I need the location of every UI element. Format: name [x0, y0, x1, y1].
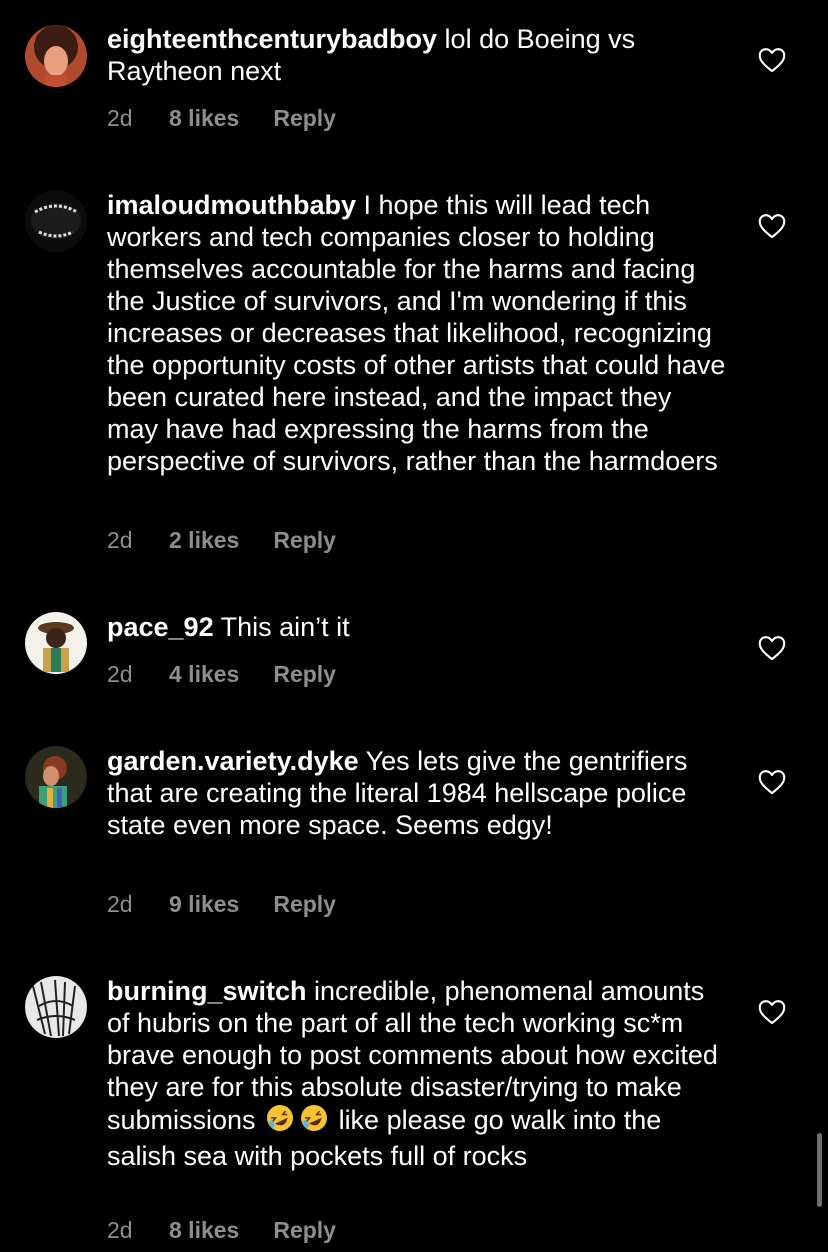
username[interactable]: imaloudmouthbaby: [107, 190, 356, 220]
heart-icon[interactable]: [758, 635, 786, 661]
comment-body: This ain’t it: [213, 612, 350, 642]
reply-button[interactable]: Reply: [273, 1214, 336, 1246]
username[interactable]: eighteenthcenturybadboy: [107, 24, 437, 54]
reply-button[interactable]: Reply: [273, 888, 336, 920]
laughing-emoji-icon: [265, 1103, 295, 1140]
comment-text: imaloudmouthbaby I hope this will lead t…: [107, 189, 727, 477]
avatar[interactable]: [25, 25, 87, 87]
scrollbar[interactable]: [817, 1133, 822, 1207]
timestamp: 2d: [107, 105, 133, 131]
heart-icon[interactable]: [758, 213, 786, 239]
comment-text: garden.variety.dyke Yes lets give the ge…: [107, 745, 727, 841]
likes-count[interactable]: 8 likes: [169, 102, 239, 134]
comment-text: pace_92 This ain’t it: [107, 611, 727, 643]
username[interactable]: burning_switch: [107, 976, 307, 1006]
timestamp: 2d: [107, 527, 133, 553]
heart-icon[interactable]: [758, 769, 786, 795]
avatar[interactable]: [25, 746, 87, 808]
comment-meta: 2d 4 likes Reply: [107, 658, 336, 690]
likes-count[interactable]: 2 likes: [169, 524, 239, 556]
avatar[interactable]: [25, 190, 87, 252]
username[interactable]: pace_92: [107, 612, 214, 642]
comment-meta: 2d 9 likes Reply: [107, 888, 336, 920]
avatar[interactable]: [25, 976, 87, 1038]
laughing-emoji-icon: [299, 1103, 329, 1140]
comment-meta: 2d 8 likes Reply: [107, 1214, 336, 1246]
username[interactable]: garden.variety.dyke: [107, 746, 359, 776]
comment-text: eighteenthcenturybadboy lol do Boeing vs…: [107, 23, 727, 87]
timestamp: 2d: [107, 1217, 133, 1243]
timestamp: 2d: [107, 891, 133, 917]
heart-icon[interactable]: [758, 47, 786, 73]
likes-count[interactable]: 8 likes: [169, 1214, 239, 1246]
reply-button[interactable]: Reply: [273, 524, 336, 556]
reply-button[interactable]: Reply: [273, 658, 336, 690]
avatar[interactable]: [25, 612, 87, 674]
comment-text: burning_switch incredible, phenomenal am…: [107, 975, 727, 1172]
comment-body: I hope this will lead tech workers and t…: [107, 190, 726, 476]
likes-count[interactable]: 4 likes: [169, 658, 239, 690]
heart-icon[interactable]: [758, 999, 786, 1025]
timestamp: 2d: [107, 661, 133, 687]
likes-count[interactable]: 9 likes: [169, 888, 239, 920]
reply-button[interactable]: Reply: [273, 102, 336, 134]
comment-meta: 2d 2 likes Reply: [107, 524, 336, 556]
comment-meta: 2d 8 likes Reply: [107, 102, 336, 134]
